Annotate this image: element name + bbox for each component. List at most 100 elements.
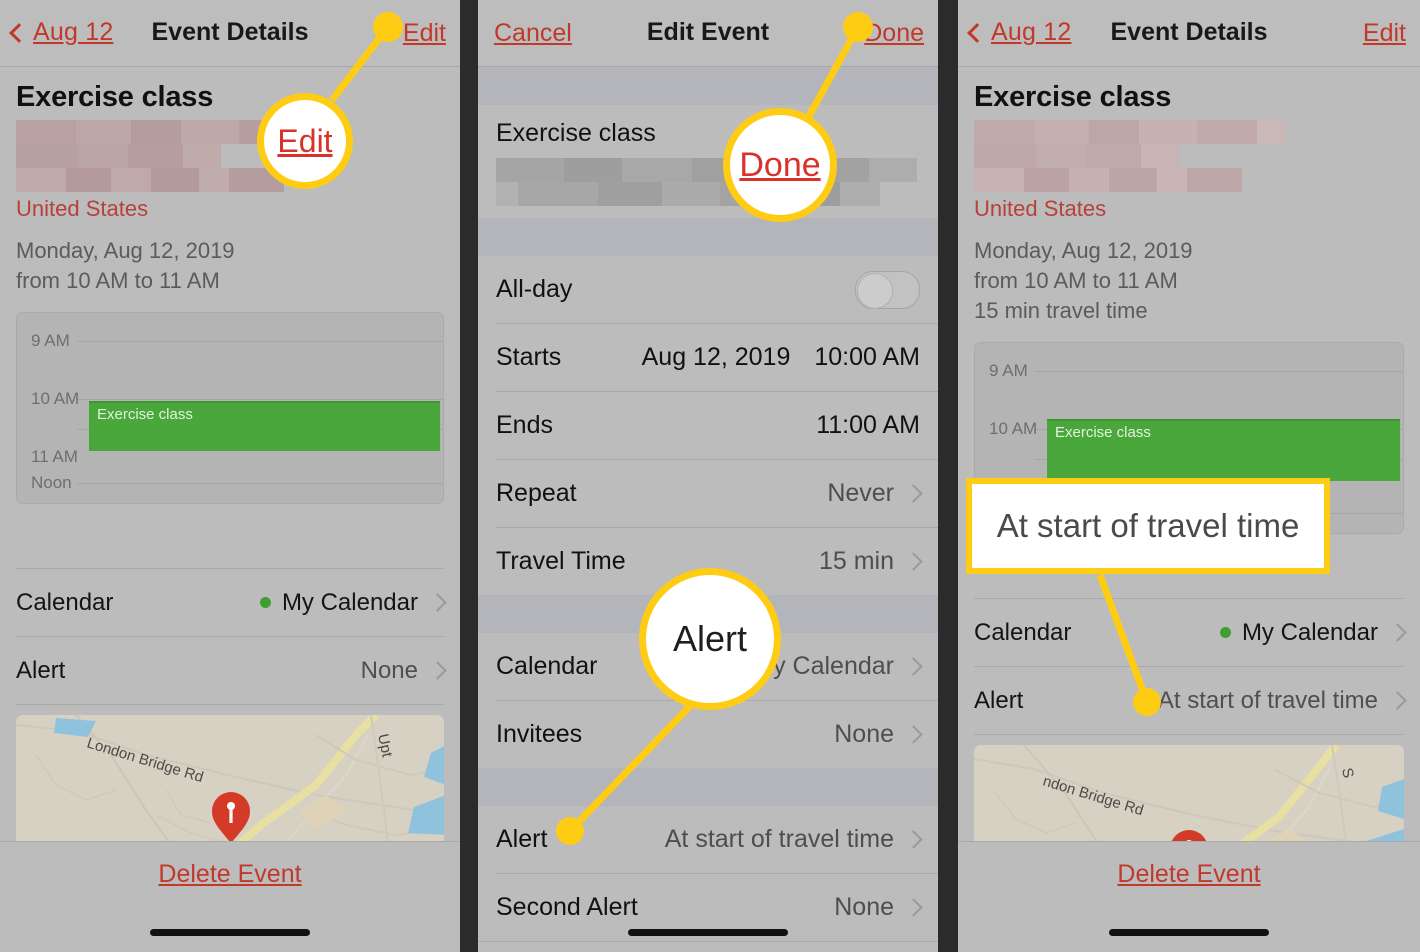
- event-datetime: Monday, Aug 12, 2019 from 10 AM to 11 AM…: [974, 236, 1404, 326]
- row-alert[interactable]: Alert None: [0, 637, 460, 704]
- chevron-right-icon: [904, 725, 923, 744]
- home-indicator: [1109, 929, 1269, 936]
- chevron-right-icon: [904, 657, 923, 676]
- row-alert-value: At start of travel time: [664, 825, 894, 853]
- event-date-line: Monday, Aug 12, 2019: [16, 238, 235, 263]
- callout-done-text: Done: [739, 146, 821, 184]
- row-ends-time: 11:00 AM: [816, 411, 920, 439]
- divider: [974, 734, 1404, 735]
- navigation-bar: Aug 12 Event Details Edit: [0, 0, 460, 67]
- row-invitees[interactable]: Invitees None: [478, 701, 938, 768]
- row-calendar[interactable]: Calendar My Calendar: [0, 569, 460, 636]
- event-detail-body: Exercise class United States Monday, Aug…: [0, 81, 460, 504]
- section-gap: [478, 218, 938, 256]
- timeline-event-block[interactable]: Exercise class: [1047, 419, 1400, 481]
- event-title-field[interactable]: Exercise class: [478, 105, 938, 148]
- navigation-bar: Cancel Edit Event Done: [478, 0, 938, 67]
- row-repeat[interactable]: Repeat Never: [478, 460, 938, 527]
- timeline-event-block[interactable]: Exercise class: [89, 401, 440, 451]
- toggle-knob: [857, 272, 893, 309]
- mini-timeline: 9 AM 10 AM 11 AM Noon Exercise class: [16, 312, 444, 504]
- callout-travel-time-box: At start of travel time: [966, 478, 1330, 574]
- form-section-alerts: Alert At start of travel time Second Ale…: [478, 806, 938, 942]
- timeline-label-9am: 9 AM: [989, 361, 1028, 380]
- page-title: Event Details: [151, 18, 309, 46]
- row-invitees-label: Invitees: [496, 720, 583, 748]
- timeline-label-10am: 10 AM: [31, 389, 80, 408]
- chevron-right-icon: [428, 593, 447, 612]
- event-detail-body: Exercise class United States Monday, Aug…: [958, 81, 1420, 534]
- event-time-line: from 10 AM to 11 AM: [16, 268, 220, 293]
- timeline-label-10am: 10 AM: [989, 419, 1038, 438]
- row-alert-value: None: [360, 656, 418, 684]
- row-starts-label: Starts: [496, 343, 562, 371]
- redacted-address: [16, 120, 444, 192]
- row-invitees-value: None: [834, 720, 894, 748]
- row-ends-label: Ends: [496, 411, 553, 439]
- footer: Delete Event: [0, 841, 460, 952]
- all-day-toggle[interactable]: [855, 270, 920, 309]
- row-calendar-label: Calendar: [16, 588, 114, 616]
- row-starts[interactable]: Starts Aug 12, 2019 10:00 AM: [478, 324, 938, 391]
- row-repeat-label: Repeat: [496, 479, 577, 507]
- redacted-address: [974, 120, 1404, 192]
- screenshot-stage: Aug 12 Event Details Edit Exercise class…: [0, 0, 1420, 952]
- chevron-right-icon: [1388, 691, 1407, 710]
- delete-event-button[interactable]: Delete Event: [958, 842, 1420, 889]
- row-second-alert-label: Second Alert: [496, 893, 638, 921]
- event-datetime: Monday, Aug 12, 2019 from 10 AM to 11 AM: [16, 236, 444, 296]
- footer: Delete Event: [958, 841, 1420, 952]
- detail-rows: Calendar My Calendar Alert None London B…: [0, 568, 460, 865]
- callout-travel-time-text: At start of travel time: [996, 507, 1300, 544]
- event-location-field[interactable]: [478, 148, 938, 218]
- row-alert-label: Alert: [974, 686, 1024, 714]
- navigation-bar: Aug 12 Event Details Edit: [958, 0, 1420, 67]
- edit-button[interactable]: Edit: [403, 19, 446, 48]
- row-calendar[interactable]: Calendar My Calendar: [958, 599, 1420, 666]
- home-indicator: [150, 929, 310, 936]
- timeline-label-9am: 9 AM: [31, 331, 70, 350]
- event-country: United States: [16, 196, 149, 221]
- done-button[interactable]: Done: [864, 19, 924, 48]
- row-second-alert-value: None: [834, 893, 894, 921]
- callout-edit-text: Edit: [277, 123, 333, 159]
- timeline-event-label: Exercise class: [97, 406, 193, 423]
- divider: [478, 941, 938, 942]
- row-calendar-label: Calendar: [974, 618, 1072, 646]
- chevron-right-icon: [904, 830, 923, 849]
- callout-alert-text: Alert: [672, 618, 748, 659]
- row-calendar-value: My Calendar: [281, 588, 418, 616]
- row-calendar-label: Calendar: [496, 652, 598, 680]
- row-alert[interactable]: Alert At start of travel time: [958, 667, 1420, 734]
- row-starts-time: 10:00 AM: [814, 343, 920, 371]
- row-travel-time-label: Travel Time: [496, 547, 626, 575]
- chevron-right-icon: [1388, 623, 1407, 642]
- callout-done-bubble: Done: [723, 108, 837, 222]
- panel-event-details-before: Aug 12 Event Details Edit Exercise class…: [0, 0, 460, 952]
- event-travel-time-line: 15 min travel time: [974, 298, 1148, 323]
- chevron-right-icon: [904, 552, 923, 571]
- form-section-title: Exercise class: [478, 105, 938, 218]
- row-alert-value: At start of travel time: [1157, 686, 1378, 714]
- event-title: Exercise class: [974, 81, 1172, 113]
- row-ends[interactable]: Ends 11:00 AM: [478, 392, 938, 459]
- row-starts-date: Aug 12, 2019: [641, 343, 791, 371]
- row-repeat-value: Never: [827, 479, 894, 507]
- page-title: Event Details: [1110, 18, 1268, 46]
- section-gap: [478, 768, 938, 806]
- calendar-color-dot-icon: [1219, 627, 1231, 638]
- row-all-day-label: All-day: [496, 275, 573, 303]
- row-calendar-value: My Calendar: [1241, 618, 1378, 646]
- form-section-allday: All-day Starts Aug 12, 2019 10:00 AM End…: [478, 256, 938, 595]
- edit-button[interactable]: Edit: [1363, 19, 1406, 48]
- timeline-event-label: Exercise class: [1055, 424, 1151, 441]
- panel-edit-event: Cancel Edit Event Done Exercise class Al…: [478, 0, 938, 952]
- chevron-right-icon: [904, 484, 923, 503]
- event-title: Exercise class: [16, 81, 214, 113]
- section-gap: [478, 67, 938, 105]
- row-alert[interactable]: Alert At start of travel time: [478, 806, 938, 873]
- row-all-day[interactable]: All-day: [478, 256, 938, 323]
- calendar-color-dot-icon: [259, 597, 271, 608]
- callout-edit-bubble: Edit: [257, 93, 353, 189]
- delete-event-button[interactable]: Delete Event: [0, 842, 460, 889]
